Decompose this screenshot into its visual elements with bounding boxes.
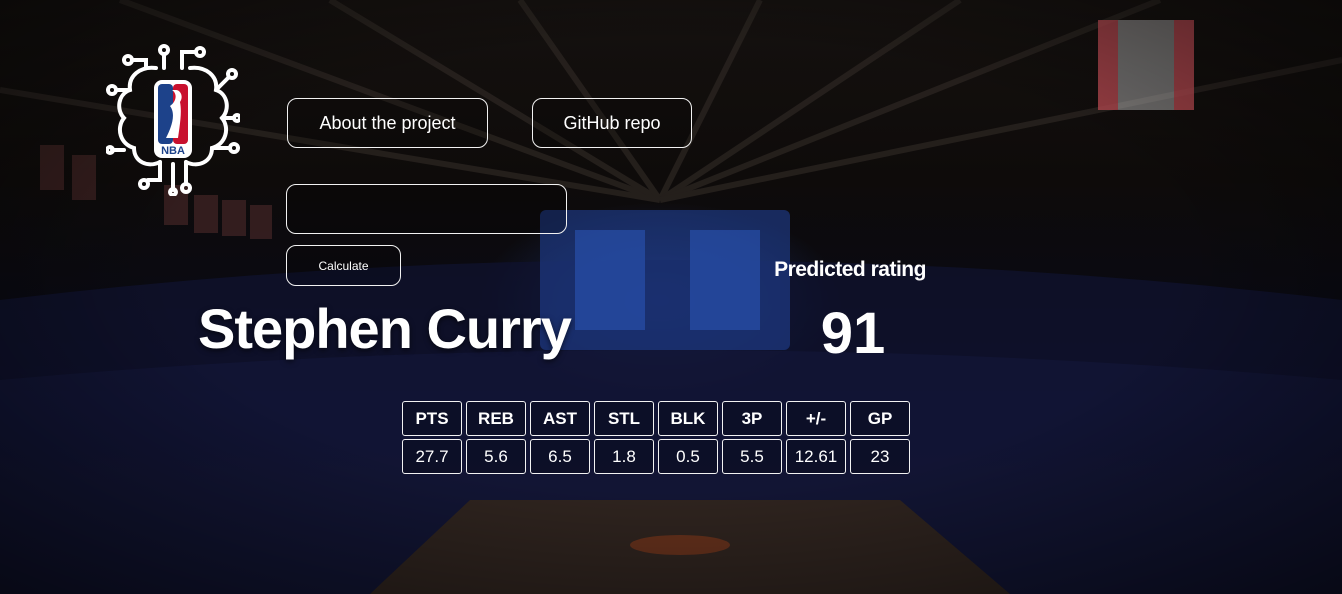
stat-value-3p: 5.5 bbox=[722, 439, 782, 474]
stat-value-reb: 5.6 bbox=[466, 439, 526, 474]
stat-header-3p: 3P bbox=[722, 401, 782, 436]
stat-value-blk: 0.5 bbox=[658, 439, 718, 474]
stat-header-gp: GP bbox=[850, 401, 910, 436]
stat-value-ast: 6.5 bbox=[530, 439, 590, 474]
player-search-input[interactable] bbox=[286, 184, 567, 234]
stat-header-blk: BLK bbox=[658, 401, 718, 436]
github-repo-button[interactable]: GitHub repo bbox=[532, 98, 692, 148]
stat-header-pts: PTS bbox=[402, 401, 462, 436]
about-project-button[interactable]: About the project bbox=[287, 98, 488, 148]
stat-header-plus-minus: +/- bbox=[786, 401, 846, 436]
nba-brain-circuit-icon: NBA bbox=[106, 44, 240, 196]
stat-header-ast: AST bbox=[530, 401, 590, 436]
stat-value-gp: 23 bbox=[850, 439, 910, 474]
stat-header-stl: STL bbox=[594, 401, 654, 436]
stat-value-stl: 1.8 bbox=[594, 439, 654, 474]
predicted-rating-label: Predicted rating bbox=[774, 258, 926, 281]
player-name: Stephen Curry bbox=[198, 297, 572, 360]
stat-value-plus-minus: 12.61 bbox=[786, 439, 846, 474]
predicted-rating-value: 91 bbox=[820, 301, 886, 366]
calculate-button[interactable]: Calculate bbox=[286, 245, 401, 286]
stat-header-reb: REB bbox=[466, 401, 526, 436]
player-stats-table: PTS REB AST STL BLK 3P +/- GP 27.7 5.6 6… bbox=[402, 401, 910, 474]
nba-logo-text: NBA bbox=[161, 145, 185, 157]
stat-value-pts: 27.7 bbox=[402, 439, 462, 474]
